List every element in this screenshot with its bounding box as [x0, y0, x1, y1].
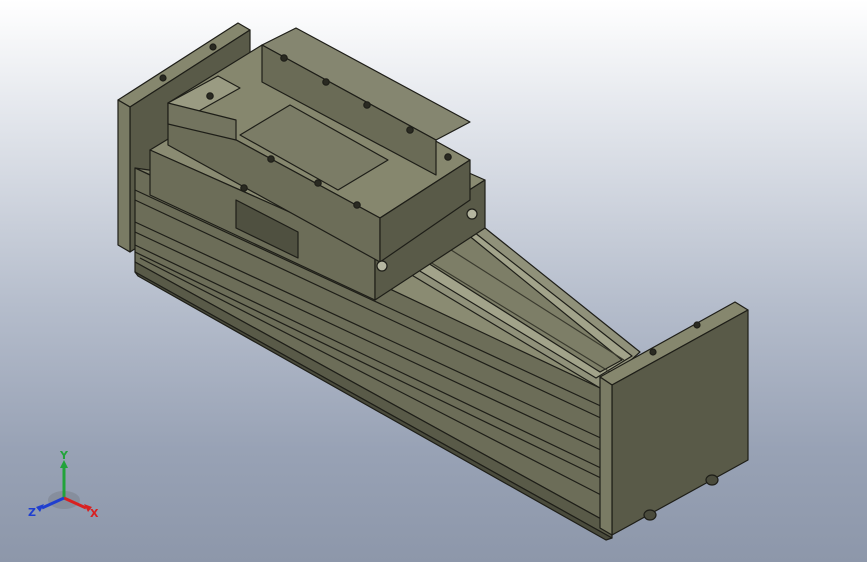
cap-screw	[466, 208, 478, 220]
right-end-plate[interactable]	[599, 301, 749, 536]
mount-hole	[406, 126, 414, 134]
bottom-foot	[643, 509, 657, 521]
mount-hole	[267, 155, 275, 163]
mount-hole	[159, 74, 167, 82]
mount-hole	[322, 78, 330, 86]
linear-actuator-model[interactable]	[0, 0, 867, 562]
mount-hole	[240, 184, 248, 192]
mount-hole	[314, 179, 322, 187]
orientation-triad[interactable]: Y X Z	[22, 448, 102, 522]
mount-hole	[693, 321, 701, 329]
cap-screw	[376, 260, 388, 272]
mount-hole	[363, 101, 371, 109]
mount-hole	[649, 348, 657, 356]
mount-hole	[206, 92, 214, 100]
cad-graphics-viewport[interactable]: Y X Z	[0, 0, 867, 562]
x-axis-label: X	[90, 507, 99, 520]
mount-hole	[280, 54, 288, 62]
z-axis-label: Z	[28, 506, 36, 519]
y-axis-label: Y	[59, 449, 69, 462]
mount-hole	[209, 43, 217, 51]
mount-hole	[444, 153, 452, 161]
mount-hole	[353, 201, 361, 209]
bottom-foot	[705, 474, 719, 486]
